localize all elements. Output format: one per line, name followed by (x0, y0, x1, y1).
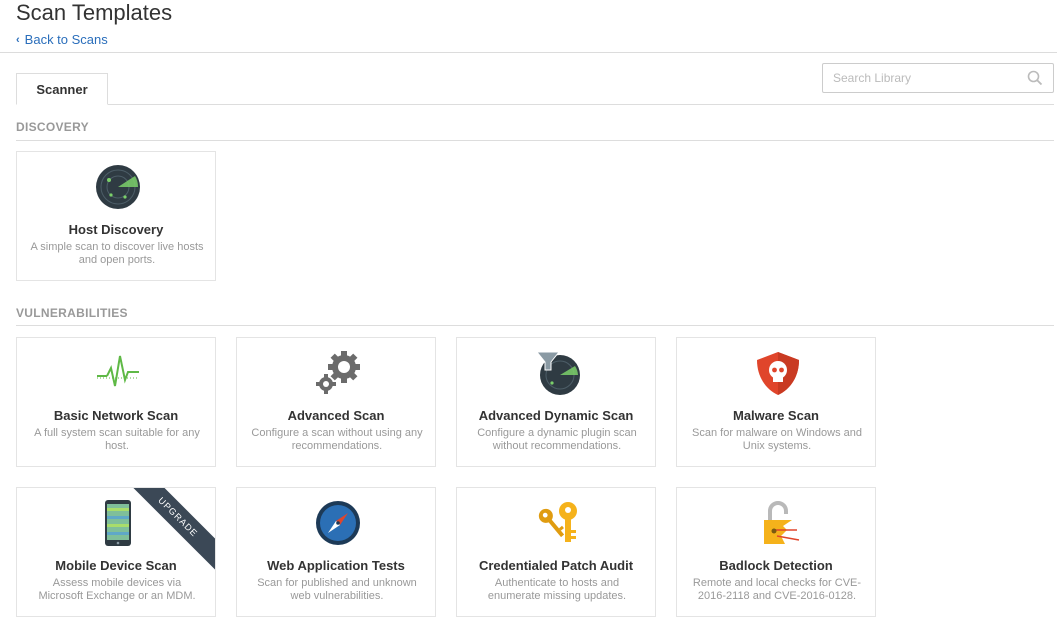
header-divider (0, 52, 1057, 53)
card-malware-scan[interactable]: Malware Scan Scan for malware on Windows… (676, 337, 876, 467)
card-description: Configure a dynamic plugin scan without … (477, 427, 637, 452)
card-credentialed-patch-audit[interactable]: Credentialed Patch Audit Authenticate to… (456, 487, 656, 617)
card-description: Authenticate to hosts and enumerate miss… (487, 577, 627, 602)
chevron-left-icon: ‹ (16, 33, 20, 46)
section-divider (16, 140, 1054, 141)
card-description: A simple scan to discover live hosts and… (30, 241, 204, 266)
card-description: A full system scan suitable for any host… (34, 427, 200, 452)
filter-radar-icon (535, 351, 580, 395)
radar-icon (96, 165, 140, 209)
back-to-scans-link[interactable]: ‹ Back to Scans (16, 32, 108, 47)
card-description: Configure a scan without using any recom… (251, 427, 423, 452)
card-description: Remote and local checks for CVE-2016-211… (692, 577, 862, 602)
card-mobile-device-scan[interactable]: UPGRADE Mobile Device Scan Assess mobile… (16, 487, 216, 617)
card-basic-network-scan[interactable]: Basic Network Scan A full system scan su… (16, 337, 216, 467)
section-divider (16, 325, 1054, 326)
section-title-vulnerabilities: VULNERABILITIES (16, 306, 128, 320)
back-link-label: Back to Scans (24, 32, 108, 47)
card-host-discovery[interactable]: Host Discovery A simple scan to discover… (16, 151, 216, 281)
card-title: Credentialed Patch Audit (478, 558, 634, 573)
card-description: Scan for malware on Windows and Unix sys… (692, 427, 862, 452)
compass-icon (316, 501, 360, 545)
card-title: Basic Network Scan (53, 408, 179, 423)
phone-icon (105, 500, 131, 546)
card-title: Advanced Dynamic Scan (478, 408, 634, 423)
page-title: Scan Templates (16, 0, 173, 25)
pulse-icon (97, 355, 139, 387)
card-description: Scan for published and unknown web vulne… (257, 577, 417, 602)
tab-scanner[interactable]: Scanner (16, 73, 108, 105)
broken-lock-icon (764, 501, 800, 544)
card-title: Mobile Device Scan (55, 558, 177, 573)
card-title: Malware Scan (733, 408, 819, 423)
keys-icon (538, 502, 577, 542)
skull-shield-icon (757, 352, 799, 395)
card-title: Host Discovery (68, 222, 164, 237)
section-title-discovery: DISCOVERY (16, 120, 89, 134)
search-library[interactable] (822, 63, 1054, 93)
gears-icon (316, 351, 360, 394)
card-title: Advanced Scan (287, 408, 385, 423)
tab-divider (16, 104, 1054, 105)
card-title: Web Application Tests (267, 558, 405, 573)
search-icon[interactable] (1027, 70, 1043, 86)
card-description: Assess mobile devices via Microsoft Exch… (38, 577, 196, 602)
search-input[interactable] (823, 64, 1033, 92)
card-advanced-dynamic-scan[interactable]: Advanced Dynamic Scan Configure a dynami… (456, 337, 656, 467)
card-title: Badlock Detection (719, 558, 833, 573)
card-advanced-scan[interactable]: Advanced Scan Configure a scan without u… (236, 337, 436, 467)
card-web-application-tests[interactable]: Web Application Tests Scan for published… (236, 487, 436, 617)
card-badlock-detection[interactable]: Badlock Detection Remote and local check… (676, 487, 876, 617)
